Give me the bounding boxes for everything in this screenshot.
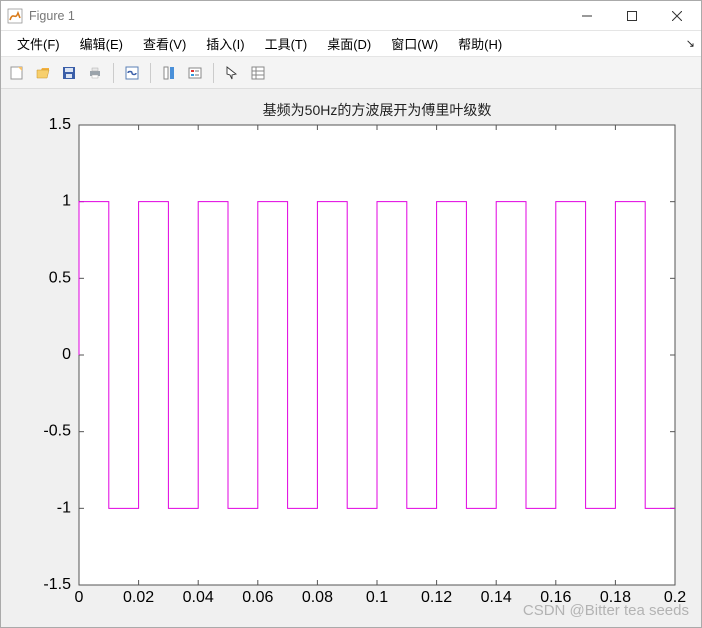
menu-help[interactable]: 帮助(H) [448, 32, 512, 55]
x-tick-label: 0 [75, 589, 84, 606]
minimize-button[interactable] [564, 2, 609, 30]
x-tick-label: 0.16 [540, 589, 571, 606]
open-button[interactable] [31, 61, 55, 85]
y-tick-label: -0.5 [43, 423, 71, 440]
y-tick-label: 1 [62, 193, 71, 210]
x-tick-label: 0.12 [421, 589, 452, 606]
axes[interactable]: 0 0.02 0.04 0.06 0.08 0.1 0.12 0.14 0.16 0.18 0.2 -… [1, 89, 701, 625]
matlab-figure-icon [7, 8, 23, 24]
figure-canvas[interactable]: 0 0.02 0.04 0.06 0.08 0.1 0.12 0.14 0.16 0.18 0.2 -… [1, 89, 701, 627]
maximize-button[interactable] [609, 2, 654, 30]
x-tick-label: 0.06 [242, 589, 273, 606]
square-wave-line[interactable] [79, 202, 675, 509]
x-tick-label: 0.04 [183, 589, 214, 606]
toolbar [1, 57, 701, 89]
window-controls [564, 2, 699, 30]
x-tick-label: 0.2 [664, 589, 686, 606]
save-button[interactable] [57, 61, 81, 85]
insert-colorbar-button[interactable] [157, 61, 181, 85]
menu-file[interactable]: 文件(F) [7, 32, 70, 55]
x-tick-label: 0.1 [366, 589, 388, 606]
x-tick-label: 0.18 [600, 589, 631, 606]
edit-plot-button[interactable] [220, 61, 244, 85]
y-tick-label: -1 [57, 499, 71, 516]
y-tick-label: 0 [62, 346, 71, 363]
window-title: Figure 1 [29, 9, 564, 23]
link-plot-button[interactable] [120, 61, 144, 85]
y-tick-label: 0.5 [49, 269, 71, 286]
close-button[interactable] [654, 2, 699, 30]
insert-legend-button[interactable] [183, 61, 207, 85]
toolbar-separator [150, 63, 151, 83]
toolbar-separator [113, 63, 114, 83]
print-button[interactable] [83, 61, 107, 85]
x-tick-label: 0.02 [123, 589, 154, 606]
menu-desktop[interactable]: 桌面(D) [317, 32, 381, 55]
menu-edit[interactable]: 编辑(E) [70, 32, 133, 55]
menu-bar: 文件(F) 编辑(E) 查看(V) 插入(I) 工具(T) 桌面(D) 窗口(W… [1, 31, 701, 57]
x-tick-label: 0.08 [302, 589, 333, 606]
menu-tools[interactable]: 工具(T) [255, 32, 318, 55]
figure-window: Figure 1 文件(F) 编辑(E) 查看(V) 插入(I) 工具(T) 桌… [0, 0, 702, 628]
x-tick-label: 0.14 [481, 589, 512, 606]
new-figure-button[interactable] [5, 61, 29, 85]
titlebar: Figure 1 [1, 1, 701, 31]
y-tick-label: -1.5 [43, 576, 71, 593]
menu-view[interactable]: 查看(V) [133, 32, 196, 55]
toolbar-separator [213, 63, 214, 83]
chart-title: 基频为50Hz的方波展开为傅里叶级数 [263, 102, 492, 118]
menu-insert[interactable]: 插入(I) [196, 32, 254, 55]
open-property-inspector-button[interactable] [246, 61, 270, 85]
toolbar-overflow-icon[interactable]: ↘ [686, 37, 695, 50]
y-tick-label: 1.5 [49, 116, 71, 133]
menu-window[interactable]: 窗口(W) [381, 32, 448, 55]
